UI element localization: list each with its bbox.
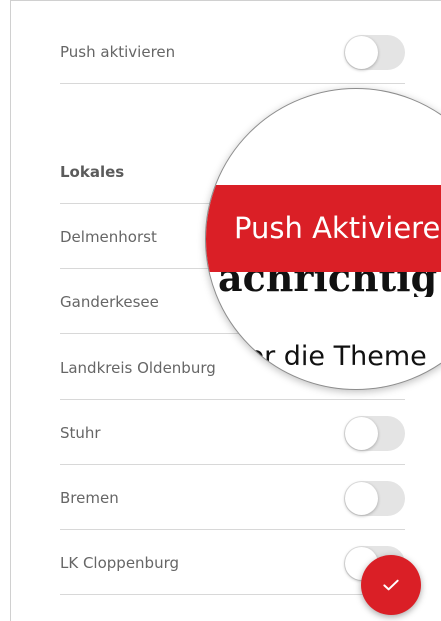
- settings-row-label: Landkreis Oldenburg: [60, 359, 216, 377]
- row-divider: [60, 83, 405, 84]
- settings-row-lk-cloppenburg: LK Cloppenburg: [60, 531, 405, 595]
- row-divider: [60, 399, 405, 400]
- frame-top-border: [10, 0, 441, 1]
- settings-row-bremen: Bremen: [60, 466, 405, 530]
- row-divider: [60, 594, 405, 595]
- settings-row-label: Delmenhorst: [60, 228, 157, 246]
- settings-row-label: Bremen: [60, 489, 119, 507]
- bremen-toggle[interactable]: [344, 481, 405, 516]
- section-title: Lokales: [60, 163, 125, 181]
- frame-left-border: [10, 0, 11, 621]
- settings-row-label: Push aktivieren: [60, 43, 176, 61]
- magnifier-body-text-2: ichtigt: [254, 381, 330, 389]
- magnifier-body-text: ier die Theme: [240, 341, 427, 372]
- settings-row-label: LK Cloppenburg: [60, 554, 180, 572]
- toggle-knob-icon: [345, 417, 378, 450]
- checkmark-icon: [381, 575, 401, 595]
- settings-screen: Push aktivieren Lokales Delmenhorst Gand…: [0, 0, 441, 621]
- settings-row-label: Stuhr: [60, 424, 101, 442]
- stuhr-toggle[interactable]: [344, 416, 405, 451]
- confirm-button[interactable]: [361, 555, 421, 615]
- row-divider: [60, 529, 405, 530]
- magnifier-lens: Push Aktiviere achrichtig ier die Theme …: [205, 88, 441, 390]
- push-aktivieren-toggle[interactable]: [344, 35, 405, 70]
- settings-row-label: Ganderkesee: [60, 293, 159, 311]
- magnifier-bar: Push Aktiviere: [206, 185, 441, 272]
- settings-row-stuhr: Stuhr: [60, 401, 405, 465]
- row-divider: [60, 464, 405, 465]
- settings-row-push-aktivieren: Push aktivieren: [60, 20, 405, 84]
- toggle-knob-icon: [345, 36, 378, 69]
- toggle-knob-icon: [345, 482, 378, 515]
